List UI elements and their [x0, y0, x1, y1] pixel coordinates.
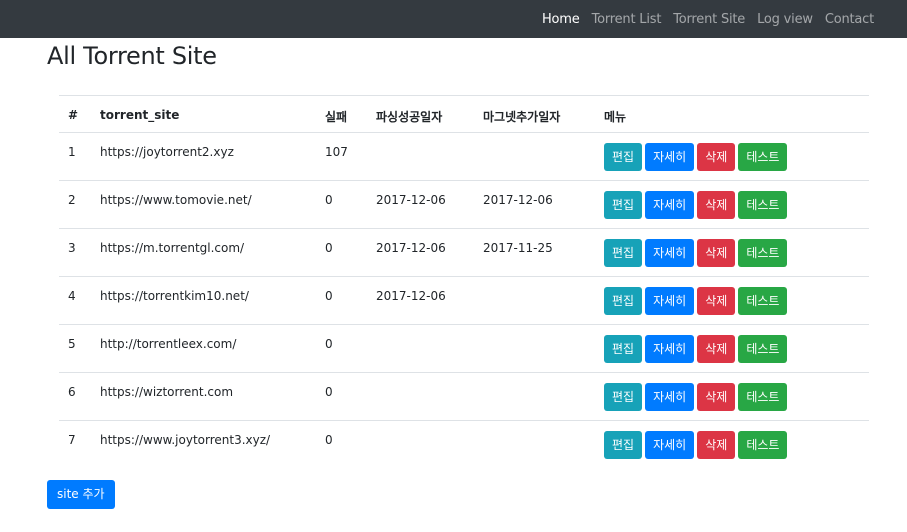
detail-button[interactable]: 자세히 [645, 287, 695, 315]
row-fail-count: 107 [325, 145, 348, 159]
delete-button[interactable]: 삭제 [697, 383, 736, 411]
row-num: 5 [68, 337, 76, 351]
test-button[interactable]: 테스트 [738, 239, 788, 267]
header-magnet-date: 마그넷추가일자 [483, 110, 561, 124]
detail-button[interactable]: 자세히 [645, 335, 695, 363]
detail-button[interactable]: 자세히 [645, 191, 695, 219]
row-parse-date: 2017-12-06 [376, 193, 446, 207]
edit-button[interactable]: 편집 [604, 191, 643, 219]
header-fail: 실패 [325, 110, 348, 124]
edit-button[interactable]: 편집 [604, 383, 643, 411]
row-site-url: https://m.torrentgl.com/ [100, 241, 245, 255]
row-site-url: https://www.tomovie.net/ [100, 193, 252, 207]
row-num: 1 [68, 145, 76, 159]
detail-button[interactable]: 자세히 [645, 431, 695, 459]
row-menu: 편집 자세히 삭제 테스트 [604, 383, 790, 411]
row-magnet-date: 2017-11-25 [483, 241, 553, 255]
add-site-button[interactable]: site 추가 [47, 480, 115, 509]
edit-button[interactable]: 편집 [604, 143, 643, 171]
test-button[interactable]: 테스트 [738, 143, 788, 171]
table-row: 1 https://joytorrent2.xyz 107 편집 자세히 삭제 … [59, 133, 869, 181]
row-num: 4 [68, 289, 76, 303]
table-row: 7 https://www.joytorrent3.xyz/ 0 편집 자세히 … [59, 421, 869, 469]
row-site-url: https://joytorrent2.xyz [100, 145, 234, 159]
row-menu: 편집 자세히 삭제 테스트 [604, 239, 790, 267]
edit-button[interactable]: 편집 [604, 239, 643, 267]
test-button[interactable]: 테스트 [738, 191, 788, 219]
nav-contact[interactable]: Contact [825, 12, 874, 27]
test-button[interactable]: 테스트 [738, 335, 788, 363]
torrent-site-table: # torrent_site 실패 파싱성공일자 마그넷추가일자 메뉴 1 ht… [59, 95, 869, 469]
delete-button[interactable]: 삭제 [697, 143, 736, 171]
row-site-url: https://torrentkim10.net/ [100, 289, 249, 303]
edit-button[interactable]: 편집 [604, 287, 643, 315]
page-title: All Torrent Site [47, 42, 217, 70]
delete-button[interactable]: 삭제 [697, 239, 736, 267]
row-site-url: http://torrentleex.com/ [100, 337, 237, 351]
row-menu: 편집 자세히 삭제 테스트 [604, 335, 790, 363]
row-magnet-date: 2017-12-06 [483, 193, 553, 207]
row-num: 7 [68, 433, 76, 447]
row-fail-count: 0 [325, 241, 333, 255]
nav-log-view[interactable]: Log view [757, 12, 813, 27]
table-row: 3 https://m.torrentgl.com/ 0 2017-12-06 … [59, 229, 869, 277]
delete-button[interactable]: 삭제 [697, 191, 736, 219]
table-header: # torrent_site 실패 파싱성공일자 마그넷추가일자 메뉴 [59, 95, 869, 133]
row-num: 2 [68, 193, 76, 207]
row-fail-count: 0 [325, 193, 333, 207]
nav-torrent-list[interactable]: Torrent List [592, 12, 662, 27]
row-site-url: https://wiztorrent.com [100, 385, 234, 399]
delete-button[interactable]: 삭제 [697, 431, 736, 459]
row-parse-date: 2017-12-06 [376, 289, 446, 303]
header-num: # [68, 108, 79, 122]
top-navbar: Home Torrent List Torrent Site Log view … [0, 0, 907, 38]
delete-button[interactable]: 삭제 [697, 287, 736, 315]
table-row: 5 http://torrentleex.com/ 0 편집 자세히 삭제 테스… [59, 325, 869, 373]
test-button[interactable]: 테스트 [738, 383, 788, 411]
row-fail-count: 0 [325, 289, 333, 303]
table-row: 2 https://www.tomovie.net/ 0 2017-12-06 … [59, 181, 869, 229]
edit-button[interactable]: 편집 [604, 431, 643, 459]
row-menu: 편집 자세히 삭제 테스트 [604, 431, 790, 459]
row-parse-date: 2017-12-06 [376, 241, 446, 255]
nav-torrent-site[interactable]: Torrent Site [673, 12, 745, 27]
row-num: 3 [68, 241, 76, 255]
test-button[interactable]: 테스트 [738, 431, 788, 459]
nav-links: Home Torrent List Torrent Site Log view … [530, 0, 874, 38]
row-fail-count: 0 [325, 433, 333, 447]
row-menu: 편집 자세히 삭제 테스트 [604, 287, 790, 315]
header-site: torrent_site [100, 108, 180, 122]
table-row: 6 https://wiztorrent.com 0 편집 자세히 삭제 테스트 [59, 373, 869, 421]
table-body: 1 https://joytorrent2.xyz 107 편집 자세히 삭제 … [59, 133, 869, 469]
detail-button[interactable]: 자세히 [645, 383, 695, 411]
detail-button[interactable]: 자세히 [645, 143, 695, 171]
row-site-url: https://www.joytorrent3.xyz/ [100, 433, 271, 447]
detail-button[interactable]: 자세히 [645, 239, 695, 267]
delete-button[interactable]: 삭제 [697, 335, 736, 363]
row-menu: 편집 자세히 삭제 테스트 [604, 191, 790, 219]
row-fail-count: 0 [325, 385, 333, 399]
row-menu: 편집 자세히 삭제 테스트 [604, 143, 790, 171]
nav-home[interactable]: Home [542, 12, 580, 27]
header-parse-date: 파싱성공일자 [376, 110, 443, 124]
table-row: 4 https://torrentkim10.net/ 0 2017-12-06… [59, 277, 869, 325]
row-num: 6 [68, 385, 76, 399]
edit-button[interactable]: 편집 [604, 335, 643, 363]
test-button[interactable]: 테스트 [738, 287, 788, 315]
row-fail-count: 0 [325, 337, 333, 351]
header-menu: 메뉴 [604, 110, 627, 124]
